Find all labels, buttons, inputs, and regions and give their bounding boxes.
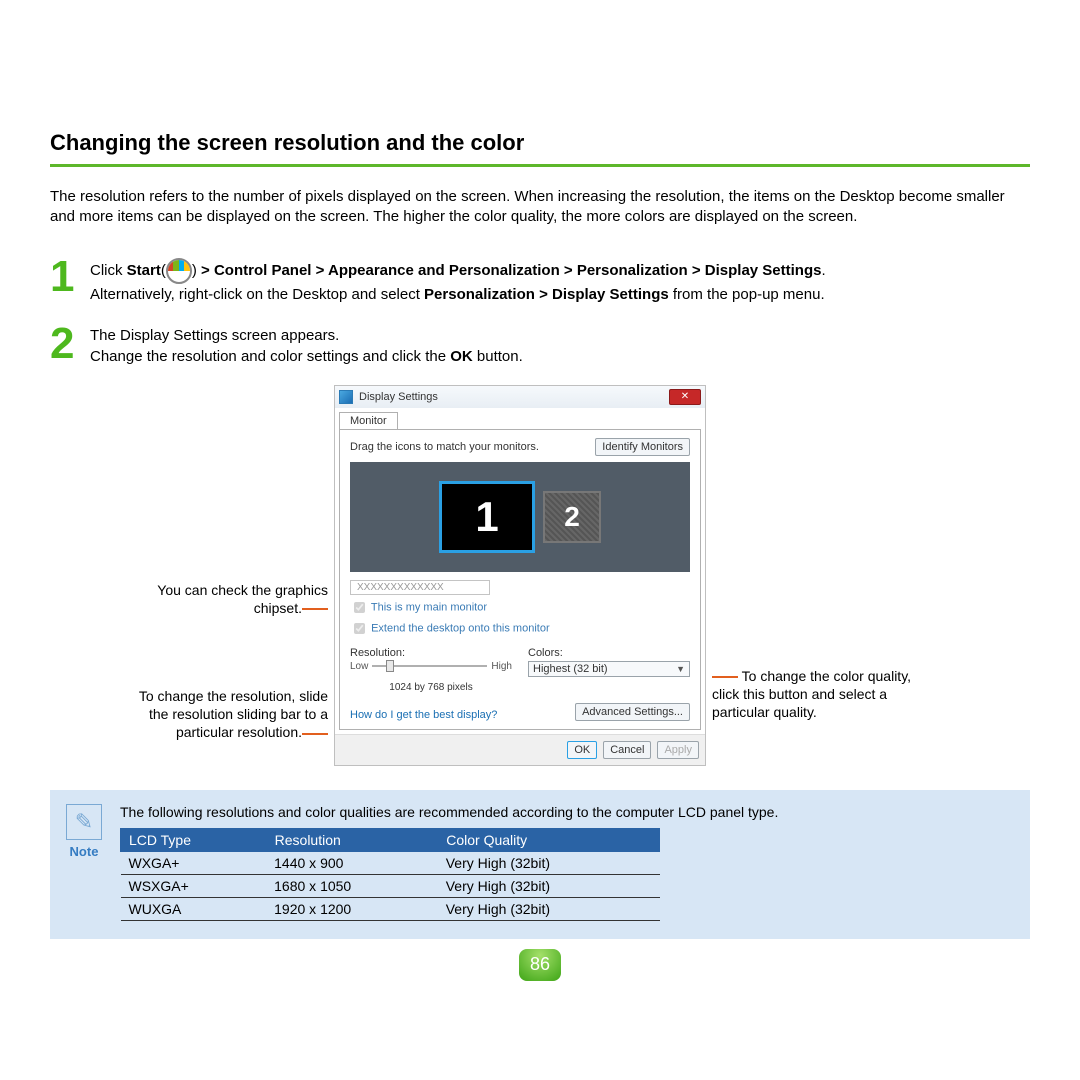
display-settings-window: Display Settings ✕ Monitor Drag the icon… [334, 385, 706, 766]
monitor-layout[interactable]: 1 2 [350, 462, 690, 572]
drag-instruction: Drag the icons to match your monitors. [350, 441, 539, 453]
callout-chipset-text: You can check the graphics chipset. [157, 582, 328, 616]
note-box: ✎ Note The following resolutions and col… [50, 790, 1030, 939]
step-2: 2 The Display Settings screen appears. C… [50, 323, 1030, 367]
table-row: WXGA+ 1440 x 900 Very High (32bit) [121, 851, 660, 874]
step1-start: Start [127, 261, 161, 278]
step1-path: > Control Panel > Appearance and Persona… [197, 261, 822, 278]
step1-alt-post: from the pop-up menu. [669, 286, 825, 303]
callout-line-icon [302, 608, 328, 610]
intro-text: The resolution refers to the number of p… [50, 187, 1030, 228]
resolution-label: Resolution: [350, 647, 512, 659]
close-button[interactable]: ✕ [669, 389, 701, 405]
callout-resolution: To change the resolution, slide the reso… [138, 687, 328, 742]
step1-alt-bold: Personalization > Display Settings [424, 286, 669, 303]
window-icon [339, 390, 353, 404]
colors-label: Colors: [528, 647, 690, 659]
callout-chipset: You can check the graphics chipset. [138, 581, 328, 617]
step-1: 1 Click Start() > Control Panel > Appear… [50, 256, 1030, 305]
callout-resolution-text: To change the resolution, slide the reso… [139, 688, 328, 740]
window-title: Display Settings [359, 391, 438, 403]
step-number-2: 2 [50, 323, 82, 367]
th-lcd-type: LCD Type [121, 828, 267, 851]
tab-monitor[interactable]: Monitor [339, 412, 398, 429]
section-title: Changing the screen resolution and the c… [50, 130, 1030, 167]
step2-l1: The Display Settings screen appears. [90, 327, 339, 344]
advanced-settings-button[interactable]: Advanced Settings... [575, 703, 690, 721]
callout-color: To change the color quality, click this … [712, 667, 942, 722]
note-label: Note [66, 844, 102, 859]
slider-high: High [491, 661, 512, 672]
slider-thumb-icon[interactable] [386, 660, 394, 672]
step-number-1: 1 [50, 256, 82, 305]
callout-line-icon [712, 676, 738, 678]
monitor-2[interactable]: 2 [543, 491, 601, 543]
help-link[interactable]: How do I get the best display? [350, 709, 497, 721]
page-number-badge: 86 [519, 949, 561, 981]
step2-l2-post: button. [473, 348, 523, 365]
window-titlebar: Display Settings ✕ [335, 386, 705, 408]
colors-dropdown[interactable]: Highest (32 bit) ▼ [528, 661, 690, 677]
step1-alt-pre: Alternatively, right-click on the Deskto… [90, 286, 424, 303]
th-color-quality: Color Quality [438, 828, 660, 851]
step2-l2-pre: Change the resolution and color settings… [90, 348, 450, 365]
apply-button[interactable]: Apply [657, 741, 699, 759]
note-icon: ✎ [66, 804, 102, 840]
resolution-slider[interactable]: Low High [350, 661, 512, 672]
extend-desktop-checkbox[interactable]: Extend the desktop onto this monitor [350, 620, 690, 637]
current-resolution: 1024 by 768 pixels [350, 682, 512, 693]
th-resolution: Resolution [266, 828, 438, 851]
main-monitor-checkbox[interactable]: This is my main monitor [350, 599, 690, 616]
step1-pre: Click [90, 261, 127, 278]
note-text: The following resolutions and color qual… [120, 804, 1014, 820]
cancel-button[interactable]: Cancel [603, 741, 651, 759]
ok-button[interactable]: OK [567, 741, 597, 759]
callout-color-text: To change the color quality, click this … [712, 668, 911, 720]
resolution-table: LCD Type Resolution Color Quality WXGA+ … [120, 828, 660, 921]
windows-orb-icon [166, 258, 192, 284]
monitor-1[interactable]: 1 [439, 481, 535, 553]
table-row: WUXGA 1920 x 1200 Very High (32bit) [121, 897, 660, 920]
chevron-down-icon: ▼ [676, 664, 685, 674]
chipset-field[interactable]: XXXXXXXXXXXXX [350, 580, 490, 595]
slider-low: Low [350, 661, 368, 672]
callout-line-icon [302, 733, 328, 735]
identify-monitors-button[interactable]: Identify Monitors [595, 438, 690, 456]
step2-l2-bold: OK [450, 348, 473, 365]
table-row: WSXGA+ 1680 x 1050 Very High (32bit) [121, 874, 660, 897]
colors-value: Highest (32 bit) [533, 663, 608, 675]
